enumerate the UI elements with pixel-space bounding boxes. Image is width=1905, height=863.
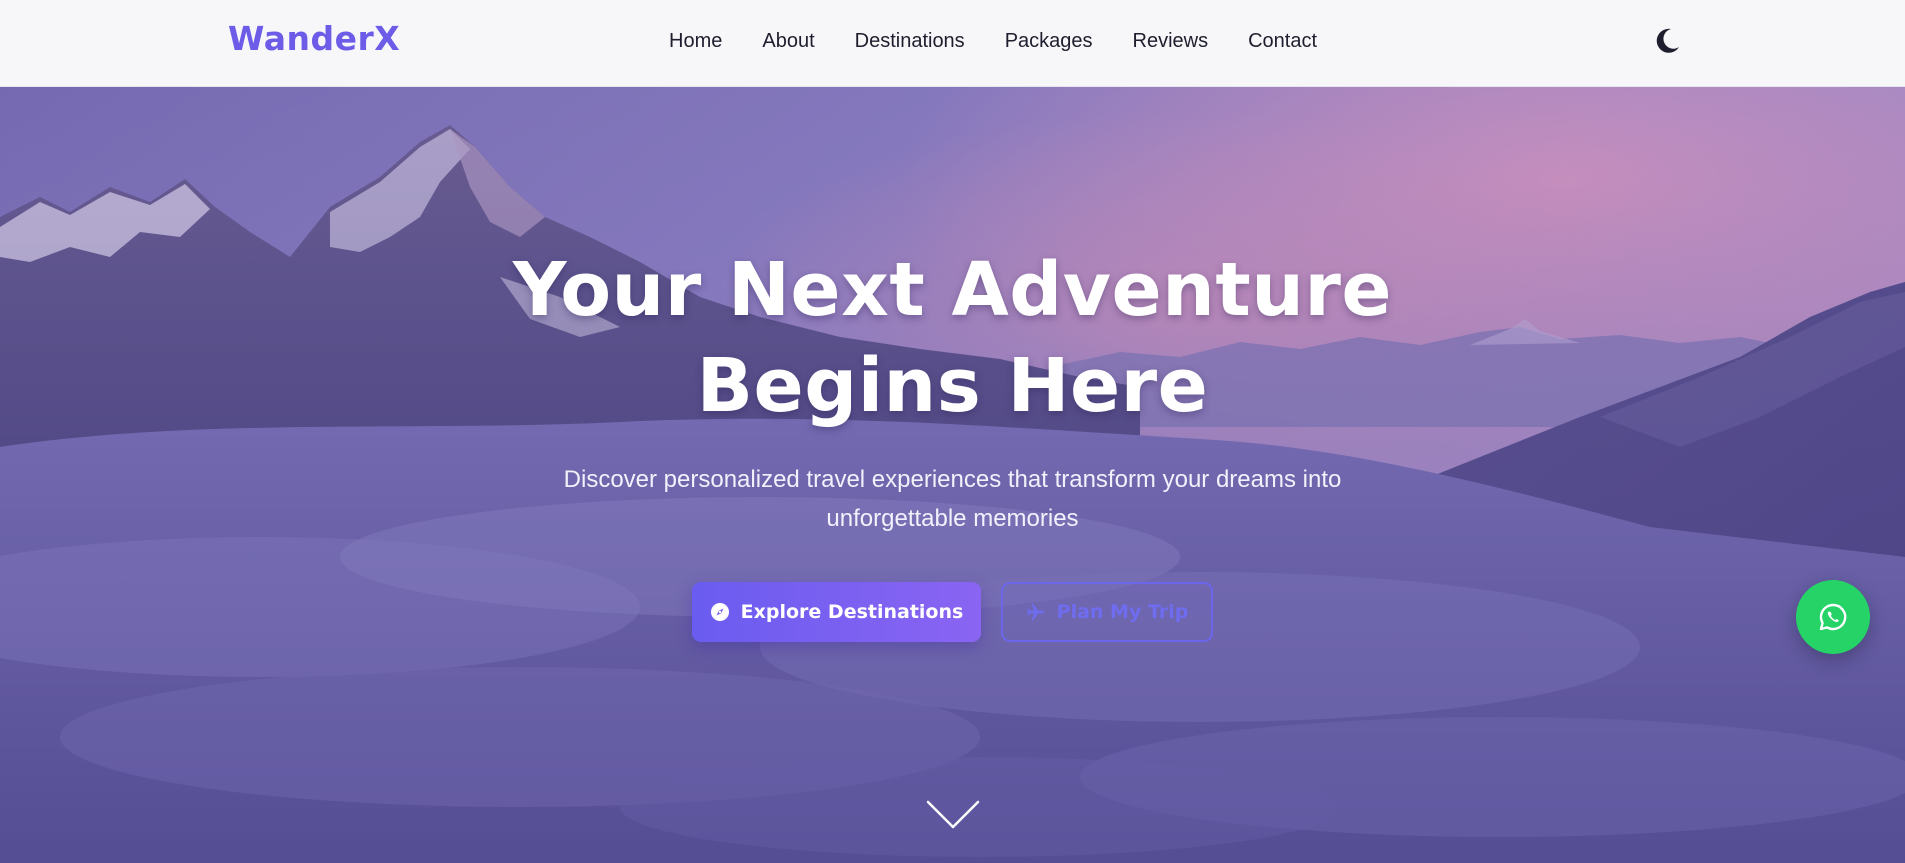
hero-section: Your Next Adventure Begins Here Discover… bbox=[0, 87, 1905, 863]
nav-link-reviews[interactable]: Reviews bbox=[1133, 30, 1209, 53]
hero-title-line-1: Your Next Adventure bbox=[512, 247, 1393, 333]
main-nav: Home About Destinations Packages Reviews… bbox=[669, 30, 1317, 53]
chevron-down-icon bbox=[926, 800, 980, 829]
explore-destinations-button[interactable]: Explore Destinations bbox=[692, 582, 981, 642]
nav-link-contact[interactable]: Contact bbox=[1248, 30, 1317, 53]
compass-icon bbox=[710, 603, 729, 621]
plan-my-trip-label: Plan My Trip bbox=[1056, 601, 1189, 623]
top-navbar: WanderX Home About Destinations Packages… bbox=[0, 0, 1905, 87]
scroll-down-button[interactable] bbox=[926, 799, 980, 831]
nav-link-destinations[interactable]: Destinations bbox=[855, 30, 965, 53]
explore-destinations-label: Explore Destinations bbox=[740, 601, 964, 623]
hero-title: Your Next Adventure Begins Here bbox=[0, 242, 1905, 434]
plane-icon bbox=[1026, 604, 1044, 620]
nav-link-about[interactable]: About bbox=[762, 30, 814, 53]
hero-actions: Explore Destinations Plan My Trip bbox=[0, 582, 1905, 642]
hero-subtitle: Discover personalized travel experiences… bbox=[563, 466, 1342, 532]
nav-link-home[interactable]: Home bbox=[669, 30, 722, 53]
whatsapp-icon bbox=[1819, 603, 1847, 631]
hero-title-line-2: Begins Here bbox=[696, 343, 1209, 429]
brand-logo[interactable]: WanderX bbox=[228, 19, 400, 58]
moon-icon bbox=[1656, 28, 1679, 53]
hero-content: Your Next Adventure Begins Here Discover… bbox=[0, 242, 1905, 642]
nav-link-packages[interactable]: Packages bbox=[1005, 30, 1093, 53]
theme-toggle-button[interactable] bbox=[1652, 26, 1682, 56]
whatsapp-chat-button[interactable] bbox=[1796, 580, 1870, 654]
plan-my-trip-button[interactable]: Plan My Trip bbox=[1001, 582, 1213, 642]
